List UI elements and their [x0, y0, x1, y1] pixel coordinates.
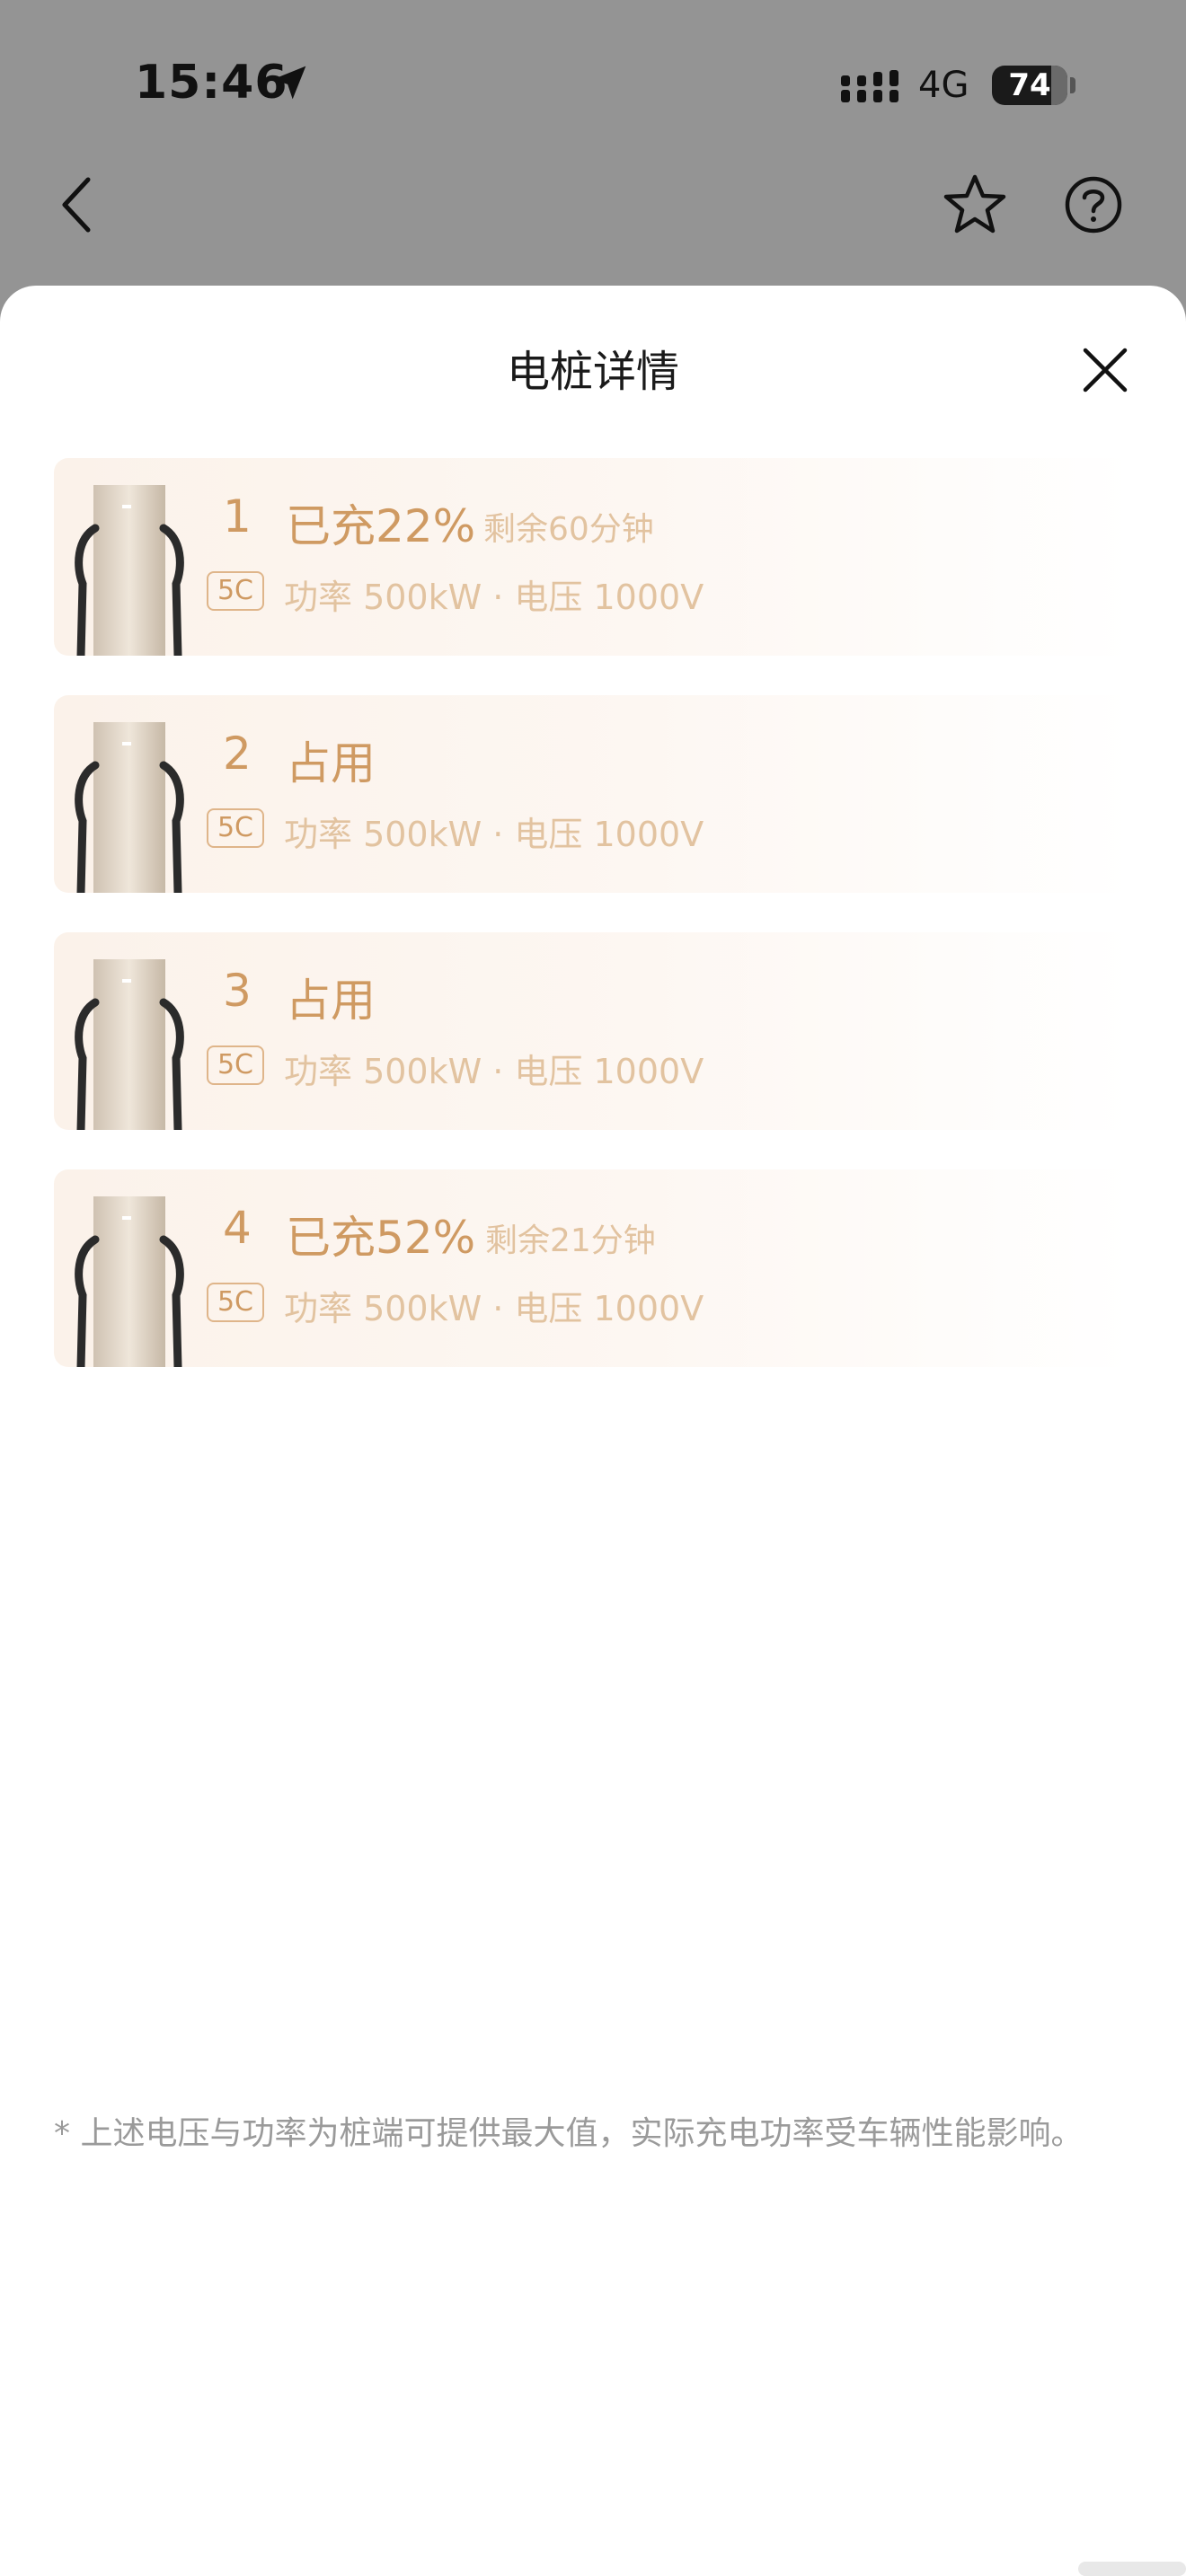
pile-card[interactable]: 1 已充22% 剩余60分钟 5C 功率 500kW · 电压 1000V	[54, 458, 1132, 656]
power-badge: 5C	[207, 1045, 264, 1085]
pile-number: 3	[223, 965, 252, 1017]
pile-card[interactable]: 4 已充52% 剩余21分钟 5C 功率 500kW · 电压 1000V	[54, 1169, 1132, 1367]
battery-icon: 74	[992, 66, 1067, 105]
status-bar: 15:46 4G 74	[0, 0, 1186, 234]
power-badge: 5C	[207, 1283, 264, 1322]
pile-number: 4	[223, 1202, 252, 1254]
pile-number: 1	[223, 490, 252, 543]
pile-details-sheet: 电桩详情 1 已充22% 剩余60分钟 5C 功率 500kW · 电压 100…	[0, 286, 1186, 2576]
chevron-left-icon[interactable]	[56, 172, 99, 237]
battery-cap	[1070, 77, 1075, 93]
pile-status: 已充22%	[286, 500, 476, 552]
charging-pile-icon	[75, 959, 184, 1130]
pile-number: 2	[223, 728, 252, 780]
pile-card[interactable]: 2 占用 5C 功率 500kW · 电压 1000V	[54, 695, 1132, 893]
charging-pile-icon	[75, 485, 184, 656]
location-arrow-icon	[272, 66, 306, 100]
status-time: 15:46	[135, 56, 288, 110]
charging-pile-icon	[75, 722, 184, 893]
pile-card[interactable]: 3 占用 5C 功率 500kW · 电压 1000V	[54, 932, 1132, 1130]
pile-spec: 功率 500kW · 电压 1000V	[284, 1052, 704, 1091]
pile-spec: 功率 500kW · 电压 1000V	[284, 815, 704, 854]
star-icon[interactable]	[943, 172, 1006, 235]
sheet-title: 电桩详情	[506, 347, 679, 397]
charging-pile-icon	[75, 1196, 184, 1367]
home-indicator	[1078, 2562, 1186, 2576]
pile-status: 占用	[286, 975, 376, 1027]
pile-status: 已充52%	[286, 1212, 476, 1264]
pile-status: 占用	[286, 737, 376, 790]
power-badge: 5C	[207, 808, 264, 848]
power-badge: 5C	[207, 571, 264, 611]
pile-spec: 功率 500kW · 电压 1000V	[284, 1289, 704, 1328]
battery-level: 74	[1008, 67, 1051, 103]
cellular-signal-icon	[841, 70, 898, 102]
pile-spec: 功率 500kW · 电压 1000V	[284, 578, 704, 617]
pile-remaining: 剩余21分钟	[485, 1222, 656, 1259]
network-type: 4G	[918, 65, 969, 106]
close-icon[interactable]	[1076, 341, 1134, 399]
footnote: * 上述电压与功率为桩端可提供最大值，实际充电功率受车辆性能影响。	[54, 2115, 1084, 2152]
pile-remaining: 剩余60分钟	[483, 511, 654, 548]
question-circle-icon[interactable]	[1064, 175, 1123, 234]
